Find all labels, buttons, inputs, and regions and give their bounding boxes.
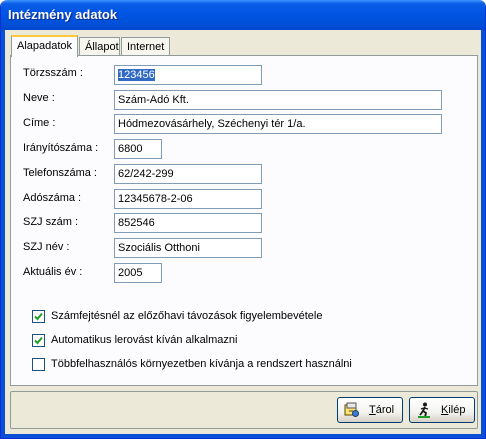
checkmark-icon bbox=[34, 312, 43, 321]
cime-label: Címe : bbox=[23, 117, 56, 129]
window-frame-left bbox=[1, 30, 5, 438]
szj-szam-label: SZJ szám : bbox=[23, 216, 79, 228]
aktualis-ev-label: Aktuális év : bbox=[23, 266, 83, 278]
exit-icon bbox=[418, 402, 430, 418]
tab-internet[interactable]: Internet bbox=[121, 37, 170, 56]
adoszama-value: 12345678-2-06 bbox=[118, 193, 193, 205]
window-frame-right bbox=[481, 30, 485, 438]
cime-field[interactable]: Hódmezovásárhely, Széchenyi tér 1/a. bbox=[114, 114, 442, 134]
tab-allapot[interactable]: Állapot bbox=[79, 37, 120, 56]
telefonszama-value: 62/242-299 bbox=[118, 168, 174, 180]
telefonszama-label: Telefonszáma : bbox=[23, 167, 97, 179]
checkbox-label[interactable]: Többfelhasználós környezetben kívánja a … bbox=[51, 358, 352, 370]
checkbox-elozohavi-tavozasok[interactable] bbox=[32, 310, 45, 323]
telefonszama-field[interactable]: 62/242-299 bbox=[114, 164, 262, 184]
torzsszam-value: 123456 bbox=[118, 69, 155, 81]
szj-nev-label: SZJ név : bbox=[23, 241, 70, 253]
neve-field[interactable]: Szám-Adó Kft. bbox=[114, 90, 442, 110]
tab-label: Alapadatok bbox=[17, 40, 73, 52]
iranyitoszama-value: 6800 bbox=[118, 143, 143, 155]
tab-label: Internet bbox=[127, 41, 165, 53]
cime-value: Hódmezovásárhely, Széchenyi tér 1/a. bbox=[118, 118, 306, 130]
title-bar[interactable]: Intézmény adatok bbox=[1, 0, 485, 30]
szj-nev-value: Szociális Otthoni bbox=[118, 242, 200, 254]
adoszama-label: Adószáma : bbox=[23, 192, 82, 204]
window-title: Intézmény adatok bbox=[8, 7, 118, 22]
aktualis-ev-field[interactable]: 2005 bbox=[114, 263, 162, 283]
torzsszam-field[interactable]: 123456 bbox=[114, 65, 262, 85]
tab-alapadatok[interactable]: Alapadatok bbox=[11, 35, 78, 57]
neve-value: Szám-Adó Kft. bbox=[118, 94, 189, 106]
aktualis-ev-value: 2005 bbox=[118, 267, 143, 279]
dialog-window: Intézmény adatok Alapadatok Állapot Inte… bbox=[0, 0, 486, 439]
tarol-button[interactable]: Tárol bbox=[337, 397, 403, 423]
kilep-label: Kilép bbox=[441, 404, 466, 416]
tab-label: Állapot bbox=[85, 41, 119, 53]
szj-nev-field[interactable]: Szociális Otthoni bbox=[114, 238, 262, 258]
checkmark-icon bbox=[34, 336, 43, 345]
szj-szam-field[interactable]: 852546 bbox=[114, 213, 262, 233]
checkbox-tobbfelhasznalos[interactable] bbox=[32, 358, 45, 371]
checkbox-automatikus-lerovas[interactable] bbox=[32, 334, 45, 347]
window-frame-bottom bbox=[1, 434, 485, 438]
tarol-label: Tárol bbox=[369, 404, 395, 416]
torzsszam-label: Törzsszám : bbox=[23, 67, 83, 79]
adoszama-field[interactable]: 12345678-2-06 bbox=[114, 189, 262, 209]
button-bar: Tárol Kilép bbox=[10, 391, 478, 429]
iranyitoszama-field[interactable]: 6800 bbox=[114, 139, 162, 159]
save-icon bbox=[344, 402, 359, 417]
kilep-button[interactable]: Kilép bbox=[409, 397, 475, 423]
neve-label: Neve : bbox=[23, 92, 55, 104]
checkbox-label[interactable]: Automatikus lerovást kíván alkalmazni bbox=[51, 334, 237, 346]
checkbox-label[interactable]: Számfejtésnél az előzőhavi távozások fig… bbox=[51, 310, 322, 322]
szj-szam-value: 852546 bbox=[118, 217, 155, 229]
iranyitoszama-label: Irányítószáma : bbox=[23, 142, 99, 154]
tab-panel-alapadatok: Törzsszám : 123456 Neve : Szám-Adó Kft. … bbox=[10, 55, 478, 386]
